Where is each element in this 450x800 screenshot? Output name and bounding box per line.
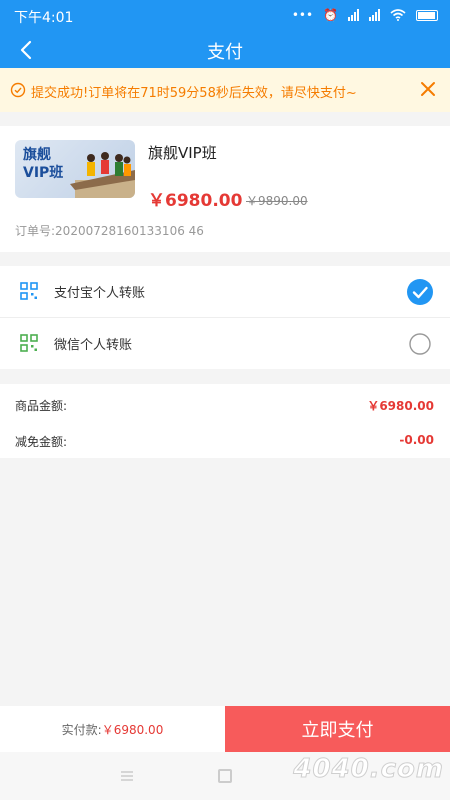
battery-icon [416, 9, 438, 21]
qr-icon [20, 282, 38, 300]
signal-icon [348, 9, 359, 21]
page-title: 支付 [207, 42, 243, 63]
payment-option-alipay[interactable]: 支付宝个人转账 [0, 266, 450, 317]
total-amount: ￥6980.00 [101, 722, 164, 737]
amount-value: -0.00 [399, 433, 434, 447]
amount-row-goods: 商品金额: ￥6980.00 [0, 386, 450, 422]
order-number: 订单号:20200728160133106 46 [15, 224, 204, 238]
total-payment: 实付款: ￥6980.00 [0, 706, 225, 752]
notice-text: 提交成功!订单将在71时59分58秒后失效，请尽快支付~ [31, 86, 357, 101]
check-circle-icon [10, 82, 26, 98]
product-thumbnail: 旗舰 VIP班 [15, 140, 135, 198]
amount-label: 商品金额: [15, 399, 68, 413]
more-dots-icon: ••• [291, 8, 314, 22]
checkout-bar: 实付款: ￥6980.00 立即支付 [0, 706, 450, 752]
product-card: 旗舰 VIP班 旗舰VIP班 ￥6980.00 ￥9890.00 订单号:202… [0, 126, 450, 252]
amount-value: ￥6980.00 [367, 399, 434, 413]
status-bar: 下午4:01 ••• ⏰ [0, 0, 450, 32]
thumbnail-text-content: 旗舰 VIP班 [23, 147, 64, 181]
total-label: 实付款: [61, 722, 102, 737]
success-notice: 提交成功!订单将在71时59分58秒后失效，请尽快支付~ [0, 68, 450, 112]
nav-bar: 支付 [0, 32, 450, 68]
menu-icon[interactable] [120, 770, 134, 782]
thumbnail-text: 旗舰 VIP班 [23, 146, 63, 182]
qr-icon [20, 334, 38, 352]
amount-row-discount: 减免金额: -0.00 [0, 422, 450, 458]
wifi-icon [390, 9, 406, 21]
close-icon[interactable] [418, 79, 438, 99]
payment-label: 支付宝个人转账 [54, 286, 146, 301]
payment-option-wechat[interactable]: 微信个人转账 [0, 318, 450, 369]
amount-summary: 商品金额: ￥6980.00 减免金额: -0.00 [0, 384, 450, 458]
payment-label: 微信个人转账 [54, 338, 133, 353]
alarm-off-icon: ⏰ [323, 8, 338, 22]
payment-methods: 支付宝个人转账 微信个人转账 [0, 266, 450, 369]
product-price: ￥6980.00 [148, 191, 243, 211]
amount-label: 减免金额: [15, 435, 68, 449]
status-time: 下午4:01 [14, 10, 74, 26]
recent-apps-icon[interactable] [218, 769, 232, 783]
pay-now-button[interactable]: 立即支付 [225, 706, 450, 752]
watermark-logo: 4040.com [293, 754, 444, 785]
radio-checked-icon[interactable] [406, 278, 434, 306]
product-name: 旗舰VIP班 [148, 144, 217, 162]
product-original-price: ￥9890.00 [246, 194, 308, 208]
signal-icon-2 [369, 9, 380, 21]
status-icons: ••• ⏰ [292, 8, 438, 22]
radio-unchecked-icon[interactable] [406, 330, 434, 358]
